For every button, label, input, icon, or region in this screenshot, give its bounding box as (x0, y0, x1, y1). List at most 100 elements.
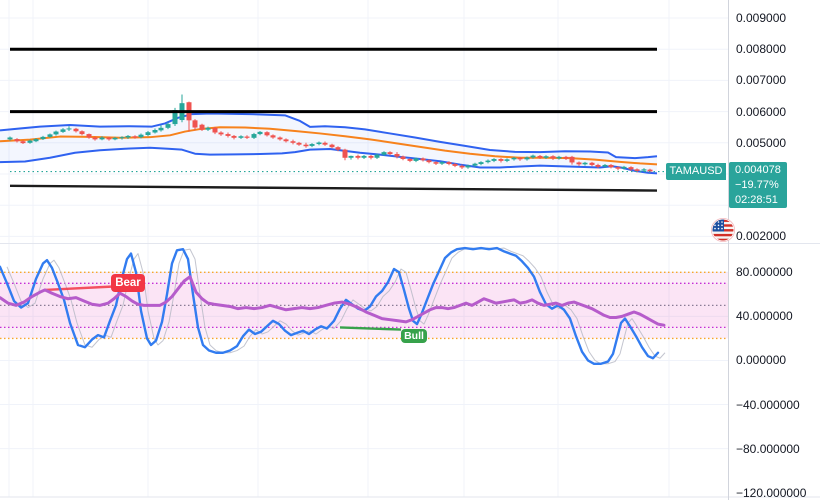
oscillator-tick-label: 40.000000 (736, 309, 793, 324)
candle-body (205, 127, 211, 130)
candle-body (589, 162, 595, 165)
oscillator-tick-label: −40.000000 (736, 397, 800, 412)
candle-body (218, 132, 224, 135)
candle-body (329, 144, 335, 148)
candle-body (485, 160, 491, 163)
candle-body (394, 154, 400, 157)
candle-body (530, 155, 536, 158)
candle-body (138, 134, 144, 138)
candle-body (322, 142, 328, 145)
price-tick-label: 0.002000 (736, 229, 787, 244)
candle-body (420, 158, 426, 161)
candle-body (407, 159, 413, 161)
oscillator-tick-label: 80.000000 (736, 265, 793, 280)
candle-body (355, 155, 361, 158)
candle-body (498, 159, 504, 161)
candle-body (99, 137, 105, 140)
candle-body (472, 163, 478, 166)
candle-body (621, 166, 627, 169)
candle-body (53, 131, 59, 135)
candle-body (608, 164, 614, 168)
candle-body (33, 139, 39, 142)
candle-body (433, 162, 439, 164)
candle-body (231, 135, 237, 138)
candle-body (426, 160, 432, 163)
candle-body (595, 164, 601, 167)
candle-body (335, 147, 341, 150)
candle-body (576, 162, 582, 165)
candle-body (465, 165, 471, 168)
candle-body (158, 127, 164, 131)
candle-body (290, 141, 296, 143)
candle-body (504, 159, 510, 161)
candle-body (641, 169, 647, 171)
candle-body (251, 134, 257, 138)
candle-body (413, 158, 419, 161)
candle-body (7, 137, 13, 140)
us-flag-icon (710, 217, 736, 243)
candle-body (374, 154, 380, 158)
price-tick-label: 0.006000 (736, 104, 787, 119)
candle-body (165, 124, 171, 128)
candle-body (524, 157, 530, 160)
candle-body (348, 155, 354, 158)
candle-body (244, 136, 250, 138)
candle-body (264, 132, 270, 136)
candle-body (569, 156, 575, 163)
candle-body (303, 144, 309, 147)
price-change-percent: −19.77% (735, 178, 779, 191)
chart-canvas[interactable] (0, 0, 820, 500)
candle-body (563, 156, 569, 159)
candle-body (615, 167, 621, 169)
candle-body (145, 132, 151, 135)
oscillator-tick-label: −120.000000 (736, 485, 807, 500)
price-level-line-sloped (9, 184, 658, 192)
oscillator-tick-label: 0.000000 (736, 353, 787, 368)
candle-body (316, 142, 322, 145)
candle-body (225, 134, 231, 136)
last-price-axis-badge: 0.004078 −19.77% 02:28:51 (729, 162, 787, 208)
bar-countdown-timer: 02:28:51 (735, 193, 778, 206)
candle-body (125, 135, 131, 138)
candle-body (212, 127, 218, 133)
candle-body (537, 155, 543, 158)
price-tick-label: 0.007000 (736, 73, 787, 88)
candle-body (238, 136, 244, 138)
candle-body (543, 156, 549, 158)
candle-body (270, 135, 276, 138)
bull-divergence-badge: Bull (401, 329, 427, 343)
candle-body (296, 142, 302, 145)
oscillator-tick-label: −80.000000 (736, 441, 800, 456)
candle-body (47, 134, 53, 137)
candle-body (79, 131, 85, 135)
candle-body (511, 157, 517, 160)
candle-body (119, 137, 125, 139)
candle-body (20, 141, 26, 144)
candle-body (634, 169, 640, 171)
symbol-price-line-label: TAMAUSD (666, 163, 726, 180)
price-tick-label: 0.008000 (736, 42, 787, 57)
candle-body (257, 131, 263, 135)
candle-body (73, 128, 79, 132)
candle-body (112, 137, 118, 140)
candle-body (446, 162, 452, 165)
candle-body (40, 136, 46, 140)
candle-body (400, 156, 406, 160)
candle-body (478, 162, 484, 165)
candle-body (277, 137, 283, 140)
candle-body (60, 129, 66, 132)
candle-body (152, 130, 158, 133)
candle-body (283, 139, 289, 142)
candle-body (92, 137, 98, 140)
candle-body (309, 144, 315, 146)
candle-body (439, 162, 445, 164)
candle-body (491, 159, 497, 161)
last-price-value: 0.004078 (735, 163, 781, 176)
candle-body (556, 156, 562, 159)
candle-body (387, 152, 393, 155)
candle-body (368, 155, 374, 158)
candle-body (452, 164, 458, 166)
candle-body (14, 139, 20, 142)
candle-body (517, 157, 523, 160)
candle-body (602, 164, 608, 167)
